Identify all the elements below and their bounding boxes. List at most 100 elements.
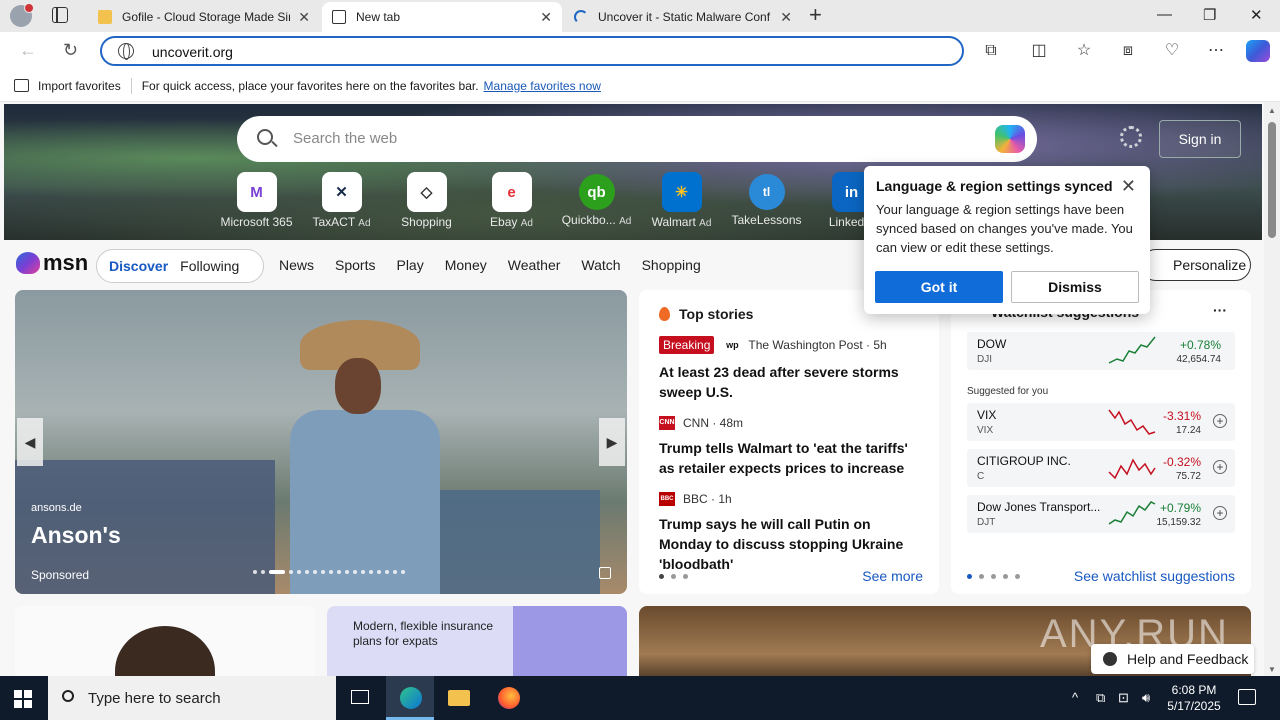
category-news[interactable]: News bbox=[279, 257, 314, 273]
import-favorites-button[interactable]: Import favorites bbox=[14, 79, 121, 93]
task-view-icon[interactable] bbox=[336, 676, 384, 720]
clock-time: 6:08 PM bbox=[1171, 683, 1217, 697]
quick-link[interactable]: ✳ Walmart Ad bbox=[639, 172, 724, 229]
sparkline-up-icon bbox=[1108, 336, 1156, 364]
story-item[interactable]: CNN CNN · 48m Trump tells Walmart to 'ea… bbox=[659, 416, 919, 478]
category-play[interactable]: Play bbox=[396, 257, 423, 273]
carousel-prev-button[interactable]: ◀ bbox=[17, 418, 43, 466]
tab-uncoverit[interactable]: Uncover it - Static Malware Conf ✕ bbox=[564, 2, 802, 32]
copilot-icon[interactable] bbox=[1246, 40, 1270, 62]
split-screen-icon[interactable]: ◫ bbox=[1030, 42, 1048, 60]
address-bar[interactable] bbox=[100, 36, 964, 66]
taskbar-search[interactable]: Type here to search bbox=[48, 676, 336, 720]
more-options-icon[interactable]: ··· bbox=[1213, 302, 1227, 318]
card-headline[interactable]: Anson's bbox=[31, 522, 121, 549]
settings-gear-icon[interactable] bbox=[1120, 126, 1142, 148]
volume-icon[interactable]: 🔊︎ bbox=[1142, 690, 1150, 706]
extensions-icon[interactable]: ⧉ bbox=[982, 42, 1000, 60]
web-search-box[interactable]: Search the web bbox=[237, 116, 1037, 162]
address-input[interactable] bbox=[152, 42, 932, 62]
close-icon[interactable]: ✕ bbox=[1121, 176, 1136, 197]
see-watchlist-link[interactable]: See watchlist suggestions bbox=[1074, 568, 1235, 584]
quick-link[interactable]: tl TakeLessons bbox=[724, 172, 809, 229]
minimize-button[interactable]: — bbox=[1157, 6, 1172, 23]
tab-discover[interactable]: Discover bbox=[109, 258, 168, 274]
copilot-icon[interactable] bbox=[995, 125, 1025, 153]
category-sports[interactable]: Sports bbox=[335, 257, 375, 273]
help-feedback-button[interactable]: Help and Feedback bbox=[1091, 644, 1254, 674]
story-headline[interactable]: At least 23 dead after severe storms swe… bbox=[659, 362, 919, 402]
quick-link[interactable]: ◇ Shopping bbox=[384, 172, 469, 229]
stock-row[interactable]: VIX VIX -3.31% 17.24 + bbox=[967, 403, 1235, 441]
add-to-watchlist-icon[interactable]: + bbox=[1213, 460, 1227, 474]
story-headline[interactable]: Trump tells Walmart to 'eat the tariffs'… bbox=[659, 438, 919, 478]
story-headline[interactable]: Trump says he will call Putin on Monday … bbox=[659, 514, 919, 574]
file-explorer-icon[interactable] bbox=[434, 676, 482, 720]
tab-following[interactable]: Following bbox=[180, 258, 239, 274]
favorites-star-icon[interactable]: ☆ bbox=[1075, 42, 1093, 60]
back-arrow-icon[interactable]: ← bbox=[19, 40, 37, 61]
close-tab-icon[interactable]: ✕ bbox=[540, 9, 552, 26]
quick-link-label: Microsoft 365 bbox=[220, 215, 293, 229]
close-window-button[interactable]: ✕ bbox=[1250, 6, 1263, 24]
story-item[interactable]: Breaking wp The Washington Post · 5h At … bbox=[659, 336, 919, 402]
category-weather[interactable]: Weather bbox=[508, 257, 561, 273]
quick-link[interactable]: M Microsoft 365 bbox=[214, 172, 299, 229]
tab-actions-icon[interactable] bbox=[52, 7, 68, 23]
page-scrollbar[interactable]: ▲ ▼ bbox=[1264, 102, 1280, 676]
dismiss-button[interactable]: Dismiss bbox=[1011, 271, 1139, 303]
story-item[interactable]: BBC BBC · 1h Trump says he will call Put… bbox=[659, 492, 919, 574]
browser-essentials-icon[interactable]: ♡ bbox=[1163, 42, 1181, 60]
personalize-button[interactable]: Personalize bbox=[1140, 249, 1251, 281]
stock-row[interactable]: Dow Jones Transport... DJT +0.79% 15,159… bbox=[967, 495, 1235, 533]
add-to-watchlist-icon[interactable]: + bbox=[1213, 414, 1227, 428]
manage-favorites-link[interactable]: Manage favorites now bbox=[484, 79, 601, 93]
new-tab-button[interactable]: + bbox=[809, 4, 822, 26]
bbc-icon: BBC bbox=[659, 492, 675, 506]
usb-device-icon[interactable]: ⧉ bbox=[1096, 690, 1105, 706]
see-more-link[interactable]: See more bbox=[862, 568, 923, 584]
network-icon[interactable]: ⊡ bbox=[1118, 690, 1129, 706]
carousel-next-button[interactable]: ▶ bbox=[599, 418, 625, 466]
scroll-down-icon[interactable]: ▼ bbox=[1268, 665, 1276, 674]
ad-choices-icon[interactable] bbox=[599, 567, 611, 579]
got-it-button[interactable]: Got it bbox=[875, 271, 1003, 303]
sign-in-button[interactable]: Sign in bbox=[1159, 120, 1241, 158]
category-shopping[interactable]: Shopping bbox=[642, 257, 701, 273]
tab-new-tab[interactable]: New tab ✕ bbox=[322, 2, 562, 32]
close-tab-icon[interactable]: ✕ bbox=[780, 9, 792, 26]
collections-icon[interactable]: ⧈ bbox=[1119, 42, 1137, 60]
refresh-icon[interactable]: ↻ bbox=[63, 40, 78, 61]
add-to-watchlist-icon[interactable]: + bbox=[1213, 506, 1227, 520]
favorites-bar: Import favorites For quick access, place… bbox=[0, 70, 1280, 102]
shopping-tag-icon: ◇ bbox=[406, 172, 447, 212]
news-card[interactable] bbox=[15, 606, 315, 676]
close-tab-icon[interactable]: ✕ bbox=[298, 9, 310, 26]
firefox-icon[interactable] bbox=[484, 676, 532, 720]
category-watch[interactable]: Watch bbox=[581, 257, 620, 273]
tab-gofile[interactable]: Gofile - Cloud Storage Made Sim ✕ bbox=[88, 2, 320, 32]
clock[interactable]: 6:08 PM 5/17/2025 bbox=[1158, 682, 1230, 714]
ad-label: Ad bbox=[520, 218, 533, 229]
scrollbar-thumb[interactable] bbox=[1268, 122, 1276, 238]
folder-icon bbox=[98, 10, 112, 24]
quick-link[interactable]: e Ebay Ad bbox=[469, 172, 554, 229]
insurance-ad-card[interactable]: Modern, flexible insurance plans for exp… bbox=[327, 606, 627, 676]
quick-link[interactable]: ✕ TaxACT Ad bbox=[299, 172, 384, 229]
sponsored-card[interactable]: ◀ ▶ ansons.de Anson's Sponsored bbox=[15, 290, 627, 594]
more-menu-icon[interactable]: ⋯ bbox=[1207, 42, 1225, 60]
profile-avatar[interactable] bbox=[10, 3, 34, 27]
msn-logo[interactable]: msn bbox=[16, 250, 88, 276]
windows-start-icon[interactable] bbox=[14, 690, 32, 708]
notifications-icon[interactable] bbox=[1238, 689, 1256, 705]
restore-button[interactable]: ❐ bbox=[1203, 6, 1216, 24]
edge-taskbar-icon[interactable] bbox=[386, 676, 434, 720]
quick-link[interactable]: qb Quickbo... Ad bbox=[554, 172, 639, 229]
category-money[interactable]: Money bbox=[445, 257, 487, 273]
tray-chevron-icon[interactable]: ^ bbox=[1072, 690, 1078, 705]
quick-link-label: Walmart bbox=[651, 215, 696, 229]
stock-row[interactable]: DOW DJI +0.78% 42,654.74 bbox=[967, 332, 1235, 370]
stock-row[interactable]: CITIGROUP INC. C -0.32% 75.72 + bbox=[967, 449, 1235, 487]
scroll-up-icon[interactable]: ▲ bbox=[1268, 106, 1276, 115]
ad-text: Modern, flexible insurance plans for exp… bbox=[353, 619, 494, 648]
